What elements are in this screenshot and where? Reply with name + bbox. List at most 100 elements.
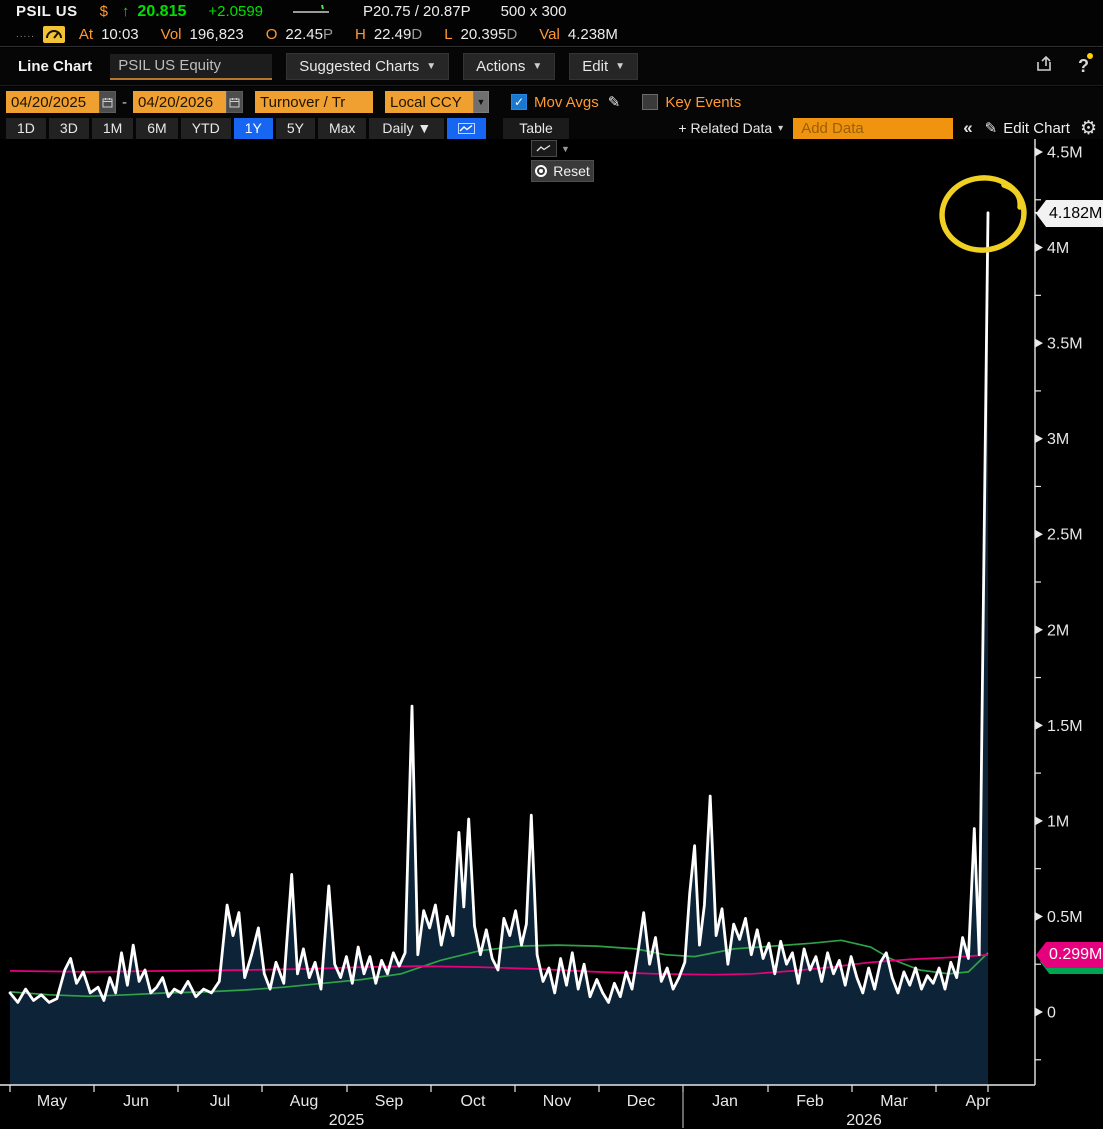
grip-dots-icon: ..... <box>16 29 35 40</box>
x-axis-month-label: Mar <box>880 1093 908 1110</box>
high-label: H <box>355 26 366 43</box>
chevron-down-icon[interactable]: ▼ <box>473 91 489 113</box>
period-bar: 1D3D1M6MYTD1Y5YMax Daily ▼ Table + Relat… <box>0 117 1103 139</box>
last-value-tag: 4.182M <box>1036 200 1103 227</box>
edit-chart-button[interactable]: ✎Edit Chart <box>983 119 1070 137</box>
period-button-group: 1D3D1M6MYTD1Y5YMax <box>6 118 369 139</box>
reset-label: Reset <box>553 163 590 179</box>
target-icon <box>535 165 547 177</box>
bloomberg-terminal-window: PSIL US $ ↑ 20.815 +2.0599 P20.75 / 20.8… <box>0 0 1103 1129</box>
y-tick-arrow <box>1035 243 1043 252</box>
suggested-charts-button[interactable]: Suggested Charts ▼ <box>286 53 449 80</box>
low-value: 20.395 <box>461 26 507 43</box>
chart-toolbar: Line Chart Suggested Charts▼ Actions▼ Ed… <box>0 48 1103 86</box>
actions-label: Actions <box>476 58 525 75</box>
calendar-icon[interactable] <box>99 91 116 113</box>
high-condition-code: D <box>411 26 422 43</box>
date-to-input[interactable] <box>133 91 226 113</box>
low-condition-code: D <box>506 26 517 43</box>
chart-plot-area[interactable]: 4.5M4M3.5M3M2.5M2M1.5M1M0.5M0MayJunJulAu… <box>0 139 1103 1129</box>
y-tick-arrow <box>1035 148 1043 157</box>
chart-mini-toolbar: ▼ Reset <box>531 140 594 182</box>
lot-size: 500 x 300 <box>501 3 567 20</box>
chevron-down-icon: ▼ <box>615 61 625 72</box>
ticker-symbol: PSIL US <box>16 3 78 20</box>
calendar-icon[interactable] <box>226 91 243 113</box>
related-data-label: + Related Data <box>678 120 772 136</box>
y-tick-arrow <box>1035 625 1043 634</box>
x-axis-year-label: 2025 <box>329 1112 365 1129</box>
quote-time: 10:03 <box>101 26 139 43</box>
period-button-ytd[interactable]: YTD <box>181 118 231 139</box>
key-events-toggle[interactable]: Key Events <box>642 94 741 111</box>
header-row-1: PSIL US $ ↑ 20.815 +2.0599 P20.75 / 20.8… <box>0 0 1103 23</box>
help-icon[interactable]: ? <box>1078 56 1089 77</box>
period-button-1d[interactable]: 1D <box>6 118 46 139</box>
frequency-dropdown[interactable]: Daily ▼ <box>369 118 444 139</box>
y-tick-arrow <box>1035 816 1043 825</box>
x-axis-month-label: Nov <box>543 1093 571 1110</box>
y-axis-label: 2.5M <box>1047 527 1083 544</box>
chevron-down-icon: ▼ <box>426 61 436 72</box>
high-value: 22.49 <box>374 26 412 43</box>
period-button-max[interactable]: Max <box>318 118 366 139</box>
y-axis-label: 0 <box>1047 1005 1056 1022</box>
export-share-icon[interactable] <box>1034 54 1054 79</box>
y-tick-arrow <box>1035 530 1043 539</box>
currency-dropdown[interactable]: Local CCY <box>385 91 473 113</box>
checkbox-checked-icon[interactable]: ✓ <box>511 94 527 110</box>
chart-style-mini-icon[interactable] <box>531 140 557 157</box>
turnover-line <box>10 213 988 1003</box>
y-axis-label: 2M <box>1047 622 1069 639</box>
x-axis-month-label: Aug <box>290 1093 318 1110</box>
period-button-1m[interactable]: 1M <box>92 118 133 139</box>
mov-avgs-label: Mov Avgs <box>534 94 599 111</box>
y-axis-label: 0.5M <box>1047 909 1083 926</box>
x-axis-month-label: Jun <box>123 1093 149 1110</box>
period-button-3d[interactable]: 3D <box>49 118 89 139</box>
pencil-icon[interactable]: ✎ <box>608 93 621 111</box>
x-axis-month-label: Oct <box>461 1093 486 1110</box>
suggested-charts-label: Suggested Charts <box>299 58 419 75</box>
field-dropdown[interactable]: Turnover / Tr <box>255 91 373 113</box>
chevron-down-icon[interactable]: ▼ <box>561 144 570 154</box>
header-row-2: ..... At 10:03 Vol 196,823 O 22.45P H 22… <box>0 23 1103 46</box>
chevron-down-icon: ▼ <box>532 61 542 72</box>
add-data-input[interactable] <box>793 118 953 139</box>
x-axis-month-label: Feb <box>796 1093 824 1110</box>
edit-label: Edit <box>582 58 608 75</box>
gear-icon[interactable]: ⚙ <box>1080 119 1097 138</box>
actions-button[interactable]: Actions ▼ <box>463 53 555 80</box>
market-status-gauge-icon <box>43 26 65 43</box>
x-axis-month-label: Dec <box>627 1093 655 1110</box>
price-change: +2.0599 <box>208 3 263 20</box>
related-data-button[interactable]: + Related Data▾ <box>678 120 783 136</box>
collapse-panel-icon[interactable]: « <box>963 118 972 138</box>
y-tick-arrow <box>1035 1008 1043 1017</box>
open-condition-code: P <box>323 26 333 43</box>
period-button-5y[interactable]: 5Y <box>276 118 315 139</box>
val-value: 4.238M <box>568 26 618 43</box>
last-price: 20.815 <box>137 3 186 21</box>
x-axis-month-label: Apr <box>966 1093 992 1110</box>
mov-avgs-toggle[interactable]: ✓ Mov Avgs ✎ <box>511 93 620 111</box>
x-axis-month-label: Jan <box>712 1093 738 1110</box>
checkbox-unchecked-icon[interactable] <box>642 94 658 110</box>
date-from-input[interactable] <box>6 91 99 113</box>
chart-style-button[interactable] <box>447 118 486 139</box>
turnover-chart-svg: 4.5M4M3.5M3M2.5M2M1.5M1M0.5M0MayJunJulAu… <box>0 139 1103 1129</box>
period-button-6m[interactable]: 6M <box>136 118 177 139</box>
period-button-1y[interactable]: 1Y <box>234 118 273 139</box>
at-label: At <box>79 26 93 43</box>
x-axis-month-label: May <box>37 1093 67 1110</box>
key-events-label: Key Events <box>665 94 741 111</box>
table-button[interactable]: Table <box>503 118 568 139</box>
y-axis-label: 1M <box>1047 813 1069 830</box>
reset-zoom-button[interactable]: Reset <box>531 160 594 182</box>
date-range-separator: - <box>122 94 127 111</box>
security-input[interactable] <box>110 54 272 80</box>
edit-button[interactable]: Edit ▼ <box>569 53 638 80</box>
hand-drawn-circle-annotation <box>938 174 1027 254</box>
val-label: Val <box>539 26 560 43</box>
low-label: L <box>444 26 452 43</box>
